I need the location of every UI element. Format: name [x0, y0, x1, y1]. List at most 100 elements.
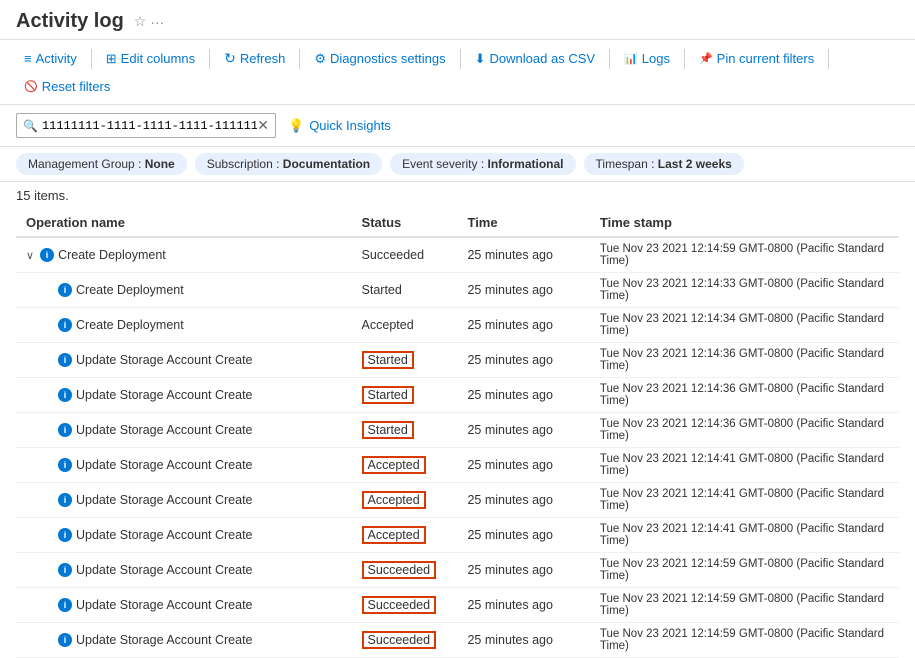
table-row[interactable]: i Update Storage Account Create Succeede… [16, 623, 899, 658]
time-value: 25 minutes ago [467, 388, 552, 402]
timestamp-value: Tue Nov 23 2021 12:14:33 GMT-0800 (Pacif… [600, 278, 884, 302]
search-row: 🔍 ✕ 💡 Quick Insights [0, 105, 915, 147]
info-icon: i [58, 423, 72, 437]
activity-table: Operation name Status Time Time stamp ∨ … [16, 209, 899, 658]
timestamp-cell: Tue Nov 23 2021 12:14:36 GMT-0800 (Pacif… [590, 413, 899, 448]
table-row[interactable]: i Update Storage Account Create Succeede… [16, 588, 899, 623]
filter-timespan[interactable]: Timespan : Last 2 weeks [584, 153, 744, 175]
table-row[interactable]: i Update Storage Account Create Succeede… [16, 553, 899, 588]
info-icon: i [58, 318, 72, 332]
quick-insights-button[interactable]: 💡 Quick Insights [288, 118, 391, 134]
operation-name: Update Storage Account Create [76, 598, 253, 612]
pin-label: Pin current filters [717, 51, 815, 66]
info-icon: i [58, 493, 72, 507]
operation-name-cell: i Update Storage Account Create [16, 378, 352, 413]
table-row[interactable]: i Update Storage Account Create Accepted… [16, 518, 899, 553]
timestamp-value: Tue Nov 23 2021 12:14:41 GMT-0800 (Pacif… [600, 453, 884, 477]
timestamp-cell: Tue Nov 23 2021 12:14:59 GMT-0800 (Pacif… [590, 588, 899, 623]
timestamp-cell: Tue Nov 23 2021 12:14:59 GMT-0800 (Pacif… [590, 553, 899, 588]
timestamp-value: Tue Nov 23 2021 12:14:59 GMT-0800 (Pacif… [600, 593, 884, 617]
operation-name: Create Deployment [76, 283, 184, 297]
edit-columns-icon: ⊞ [106, 51, 117, 67]
timestamp-value: Tue Nov 23 2021 12:14:36 GMT-0800 (Pacif… [600, 348, 884, 372]
status-value: Accepted [362, 526, 426, 544]
timestamp-value: Tue Nov 23 2021 12:14:36 GMT-0800 (Pacif… [600, 383, 884, 407]
refresh-button[interactable]: ↻ Refresh [216, 46, 293, 71]
operation-name: Update Storage Account Create [76, 528, 253, 542]
time-value: 25 minutes ago [467, 458, 552, 472]
status-cell: Accepted [352, 448, 458, 483]
time-value: 25 minutes ago [467, 563, 552, 577]
time-cell: 25 minutes ago [457, 518, 589, 553]
activity-icon: ≡ [24, 51, 32, 66]
reset-label: Reset filters [42, 79, 111, 94]
time-cell: 25 minutes ago [457, 448, 589, 483]
timestamp-value: Tue Nov 23 2021 12:14:34 GMT-0800 (Pacif… [600, 313, 884, 337]
info-icon: i [58, 283, 72, 297]
time-value: 25 minutes ago [467, 283, 552, 297]
time-value: 25 minutes ago [467, 633, 552, 647]
table-row[interactable]: i Update Storage Account Create Accepted… [16, 483, 899, 518]
filter-timespan-value: Last 2 weeks [658, 157, 732, 171]
operation-name-cell: i Create Deployment [16, 308, 352, 343]
table-row[interactable]: i Create Deployment Started25 minutes ag… [16, 273, 899, 308]
operation-name: Update Storage Account Create [76, 563, 253, 577]
table-row[interactable]: i Update Storage Account Create Accepted… [16, 448, 899, 483]
diagnostics-button[interactable]: ⚙ Diagnostics settings [306, 47, 453, 71]
status-cell: Started [352, 378, 458, 413]
search-clear-button[interactable]: ✕ [257, 117, 269, 134]
favorite-button[interactable]: ☆ [134, 13, 147, 30]
status-value: Accepted [362, 491, 426, 509]
status-value: Succeeded [362, 631, 437, 649]
time-value: 25 minutes ago [467, 598, 552, 612]
logs-button[interactable]: 📊 Logs [616, 47, 678, 70]
row-chevron[interactable]: ∨ [26, 249, 34, 262]
time-cell: 25 minutes ago [457, 588, 589, 623]
filter-management-group[interactable]: Management Group : None [16, 153, 187, 175]
search-input[interactable] [42, 119, 257, 133]
download-button[interactable]: ⬇ Download as CSV [467, 47, 603, 71]
refresh-icon: ↻ [224, 50, 236, 67]
time-cell: 25 minutes ago [457, 273, 589, 308]
operation-name-cell: i Update Storage Account Create [16, 518, 352, 553]
status-value: Succeeded [362, 596, 437, 614]
table-row[interactable]: i Update Storage Account Create Started2… [16, 343, 899, 378]
time-cell: 25 minutes ago [457, 553, 589, 588]
pin-button[interactable]: 📌 Pin current filters [691, 47, 822, 70]
time-value: 25 minutes ago [467, 528, 552, 542]
time-value: 25 minutes ago [467, 423, 552, 437]
table-row[interactable]: i Create Deployment Accepted25 minutes a… [16, 308, 899, 343]
table-container: Operation name Status Time Time stamp ∨ … [0, 209, 915, 658]
operation-name: Create Deployment [76, 318, 184, 332]
timestamp-cell: Tue Nov 23 2021 12:14:41 GMT-0800 (Pacif… [590, 483, 899, 518]
reset-button[interactable]: 🚫 Reset filters [16, 75, 118, 98]
reset-icon: 🚫 [24, 80, 38, 93]
info-icon: i [40, 248, 54, 262]
filter-subscription[interactable]: Subscription : Documentation [195, 153, 382, 175]
time-cell: 25 minutes ago [457, 378, 589, 413]
table-row[interactable]: i Update Storage Account Create Started 2… [16, 378, 899, 413]
bulb-icon: 💡 [288, 118, 304, 134]
operation-name: Update Storage Account Create [76, 423, 253, 437]
diagnostics-label: Diagnostics settings [330, 51, 446, 66]
table-row[interactable]: i Update Storage Account Create Started2… [16, 413, 899, 448]
filter-management-group-value: None [145, 157, 175, 171]
table-row[interactable]: ∨ i Create Deployment Succeeded25 minute… [16, 237, 899, 273]
status-cell: Succeeded [352, 553, 458, 588]
search-icon: 🔍 [23, 119, 38, 133]
info-icon: i [58, 388, 72, 402]
separator-7 [828, 49, 829, 69]
timestamp-cell: Tue Nov 23 2021 12:14:36 GMT-0800 (Pacif… [590, 378, 899, 413]
timestamp-cell: Tue Nov 23 2021 12:14:59 GMT-0800 (Pacif… [590, 237, 899, 273]
logs-icon: 📊 [624, 52, 638, 65]
filter-event-severity[interactable]: Event severity : Informational [390, 153, 575, 175]
timestamp-value: Tue Nov 23 2021 12:14:41 GMT-0800 (Pacif… [600, 488, 884, 512]
timestamp-value: Tue Nov 23 2021 12:14:36 GMT-0800 (Pacif… [600, 418, 884, 442]
separator-6 [684, 49, 685, 69]
more-options-button[interactable]: ··· [150, 14, 164, 30]
activity-button[interactable]: ≡ Activity [16, 47, 85, 70]
info-icon: i [58, 353, 72, 367]
edit-columns-button[interactable]: ⊞ Edit columns [98, 47, 203, 71]
operation-name-cell: i Update Storage Account Create [16, 448, 352, 483]
status-cell: Accepted [352, 483, 458, 518]
